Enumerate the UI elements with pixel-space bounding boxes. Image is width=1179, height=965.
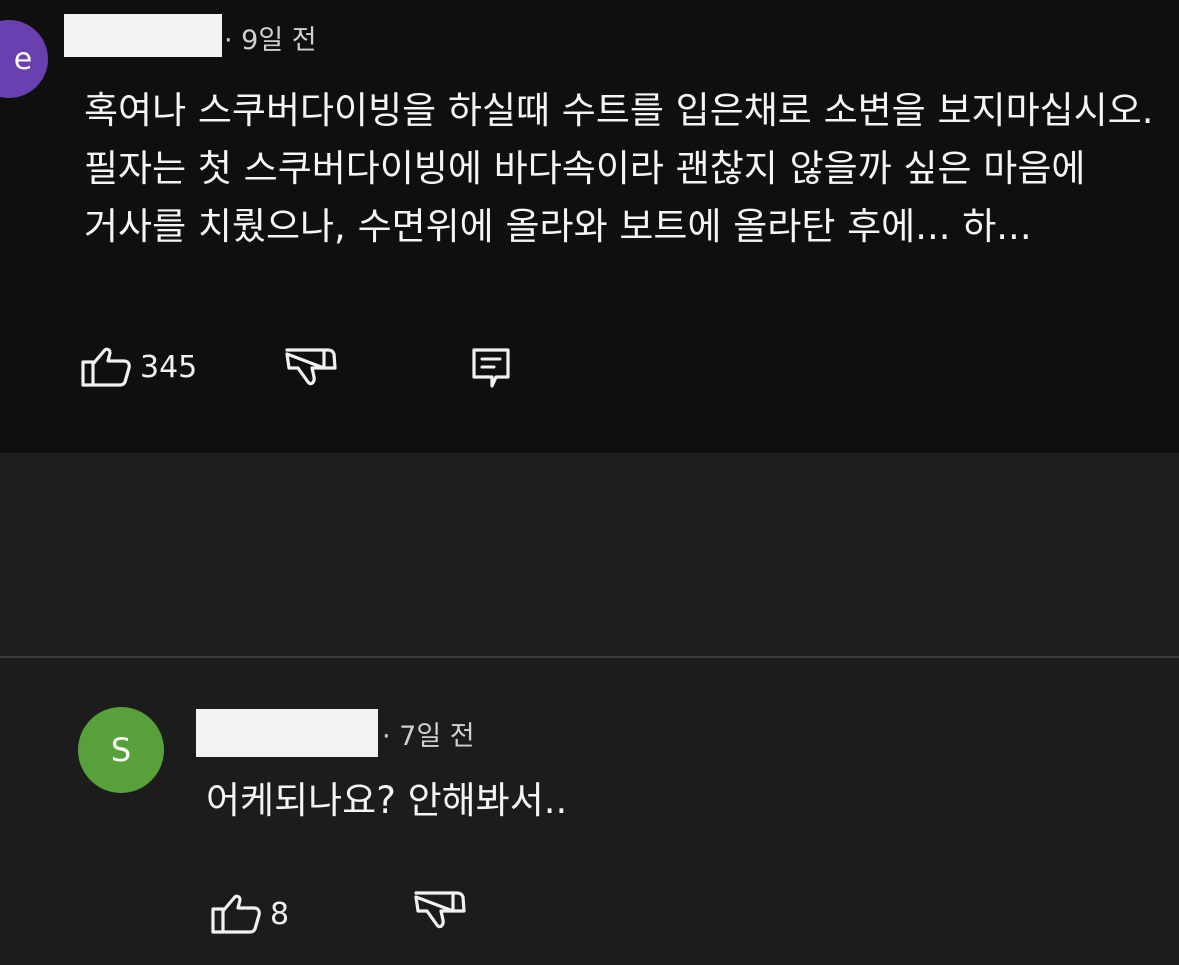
comment-text: 어케되나요? 안해봐서..	[206, 772, 567, 830]
comment-timestamp[interactable]: · 9일 전	[224, 18, 317, 57]
comment-timestamp[interactable]: · 7일 전	[382, 714, 475, 753]
comment-line: 혹여나 스쿠버다이빙을 하실때 수트를 입은채로 소변을 보지마십시오.	[84, 89, 1154, 132]
like-button[interactable]: 345	[80, 346, 197, 388]
comment-line: 어케되나요? 안해봐서..	[206, 779, 568, 822]
thumbs-down-icon	[285, 348, 337, 386]
reply-icon	[472, 348, 510, 388]
like-count: 8	[270, 896, 290, 932]
comment-gap	[0, 453, 1179, 657]
avatar-letter: e	[13, 41, 33, 77]
avatar[interactable]: S	[78, 707, 164, 793]
redacted-username	[196, 709, 378, 757]
thumbs-up-icon	[81, 347, 131, 387]
like-count: 345	[140, 349, 198, 385]
comment-text: 혹여나 스쿠버다이빙을 하실때 수트를 입은채로 소변을 보지마십시오. 필자는…	[84, 82, 1154, 256]
comment-line: 거사를 치뤘으나, 수면위에 올라와 보트에 올라탄 후에... 하...	[84, 205, 1032, 248]
comment-card-2	[0, 658, 1179, 965]
thumbs-up-icon	[211, 894, 261, 934]
dislike-button[interactable]	[284, 346, 338, 390]
avatar-letter: S	[110, 731, 132, 769]
redacted-username	[64, 14, 222, 57]
dislike-button[interactable]	[413, 889, 467, 933]
like-button[interactable]: 8	[210, 893, 289, 935]
reply-button[interactable]	[470, 346, 512, 390]
comment-line: 필자는 첫 스쿠버다이빙에 바다속이라 괜찮지 않을까 싶은 마음에	[84, 147, 1086, 190]
thumbs-down-icon	[414, 891, 466, 929]
